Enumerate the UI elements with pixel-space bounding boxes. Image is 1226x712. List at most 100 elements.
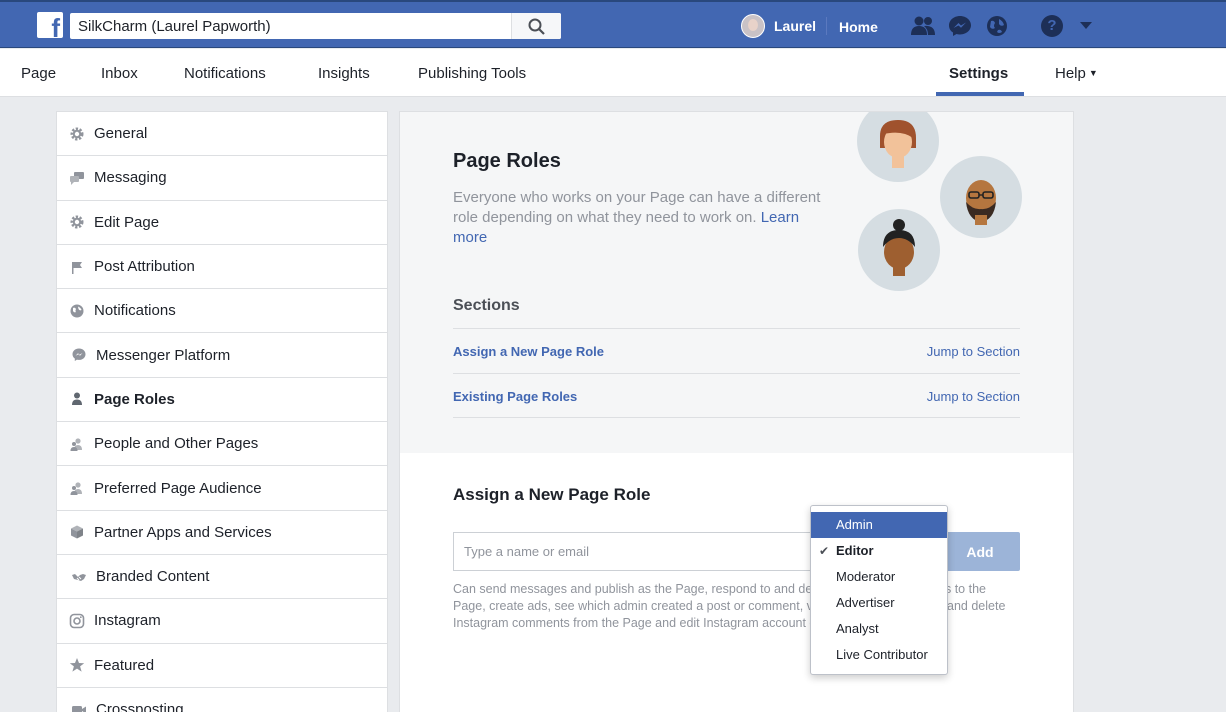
sidebar-item-label: Partner Apps and Services xyxy=(94,523,272,541)
tab-help-label: Help xyxy=(1055,65,1086,82)
sidebar-item-preferred-page-audience[interactable]: Preferred Page Audience xyxy=(57,466,387,511)
sidebar-item-label: General xyxy=(94,125,148,143)
sidebar-item-label: Crossposting xyxy=(96,701,184,712)
sidebar-item-label: Edit Page xyxy=(94,213,160,231)
chat-bubbles-icon xyxy=(70,171,84,185)
divider xyxy=(826,17,827,35)
page-description: Everyone who works on your Page can have… xyxy=(453,188,833,248)
help-icon[interactable]: ? xyxy=(1041,15,1063,37)
role-option-label: Admin xyxy=(836,517,873,532)
role-option-label: Live Contributor xyxy=(836,647,928,662)
role-option-live-contributor[interactable]: Live Contributor xyxy=(811,642,947,668)
tab-publishing-tools[interactable]: Publishing Tools xyxy=(418,65,526,82)
section-row-assign: Assign a New Page Role Jump to Section xyxy=(453,328,1020,373)
page-title: Page Roles xyxy=(453,150,561,172)
tab-settings[interactable]: Settings xyxy=(949,65,1008,82)
role-option-editor[interactable]: ✔ Editor xyxy=(811,538,947,564)
sections-heading: Sections xyxy=(453,297,520,314)
search-box xyxy=(70,13,561,39)
section-link-existing[interactable]: Existing Page Roles xyxy=(453,389,577,404)
sidebar-item-label: Page Roles xyxy=(94,390,175,408)
messenger-icon[interactable] xyxy=(948,15,972,37)
page-roles-header: Page Roles Everyone who works on your Pa… xyxy=(400,112,1073,453)
search-input[interactable] xyxy=(70,13,510,39)
role-option-label: Moderator xyxy=(836,569,896,584)
top-navigation-bar: f Laurel Home ? xyxy=(0,0,1226,48)
avatar xyxy=(741,14,765,38)
role-option-admin[interactable]: Admin xyxy=(811,512,947,538)
tab-inbox[interactable]: Inbox xyxy=(101,65,138,82)
sidebar-item-people-and-other-pages[interactable]: People and Other Pages xyxy=(57,422,387,467)
sidebar-item-instagram[interactable]: Instagram xyxy=(57,599,387,644)
sidebar-item-messaging[interactable]: Messaging xyxy=(57,156,387,201)
page-roles-panel: Page Roles Everyone who works on your Pa… xyxy=(399,111,1074,712)
globe-icon xyxy=(70,304,84,318)
facebook-logo-icon[interactable]: f xyxy=(37,12,63,41)
add-button[interactable]: Add xyxy=(940,532,1020,571)
sidebar-item-label: Messaging xyxy=(94,169,167,187)
gear-icon xyxy=(70,215,84,229)
globe-icon[interactable] xyxy=(985,15,1009,37)
sidebar-item-crossposting[interactable]: Crossposting xyxy=(57,688,387,712)
profile-name: Laurel xyxy=(774,18,817,34)
instagram-icon xyxy=(69,613,85,629)
role-option-moderator[interactable]: Moderator xyxy=(811,564,947,590)
sidebar-item-messenger-platform[interactable]: Messenger Platform xyxy=(57,333,387,378)
jump-to-section-link[interactable]: Jump to Section xyxy=(927,344,1020,359)
sidebar-item-label: Instagram xyxy=(94,612,161,630)
role-option-label: Analyst xyxy=(836,621,879,636)
handshake-icon xyxy=(72,573,86,581)
jump-to-section-link[interactable]: Jump to Section xyxy=(927,389,1020,404)
checkmark-icon: ✔ xyxy=(819,544,830,558)
role-option-advertiser[interactable]: Advertiser xyxy=(811,590,947,616)
gear-icon xyxy=(70,127,84,141)
role-option-label: Advertiser xyxy=(836,595,895,610)
tab-help[interactable]: Help ▼ xyxy=(1055,65,1098,82)
assign-role-heading: Assign a New Page Role xyxy=(453,485,651,504)
sidebar-item-label: Preferred Page Audience xyxy=(94,479,262,497)
page-tabs-bar: Page Inbox Notifications Insights Publis… xyxy=(0,49,1226,97)
profile-link[interactable]: Laurel xyxy=(741,13,816,39)
sidebar-item-label: Post Attribution xyxy=(94,258,195,276)
cube-icon xyxy=(71,525,83,539)
sidebar-item-label: Messenger Platform xyxy=(96,346,231,364)
name-or-email-input[interactable] xyxy=(453,532,813,571)
sidebar-item-notifications[interactable]: Notifications xyxy=(57,289,387,334)
tab-insights[interactable]: Insights xyxy=(318,65,370,82)
sidebar-item-post-attribution[interactable]: Post Attribution xyxy=(57,245,387,290)
person-icon xyxy=(72,392,82,406)
flag-icon xyxy=(72,261,82,274)
sidebar-item-label: Notifications xyxy=(94,302,176,320)
divider xyxy=(453,417,1020,418)
sidebar-item-branded-content[interactable]: Branded Content xyxy=(57,555,387,600)
star-icon xyxy=(69,658,85,672)
sidebar-item-label: People and Other Pages xyxy=(94,435,259,453)
sidebar-item-general[interactable]: General xyxy=(57,112,387,157)
tab-page[interactable]: Page xyxy=(21,65,56,82)
chevron-down-icon: ▼ xyxy=(1088,68,1098,78)
role-option-label: Editor xyxy=(836,543,874,558)
role-option-analyst[interactable]: Analyst xyxy=(811,616,947,642)
home-link[interactable]: Home xyxy=(839,19,878,35)
role-dropdown-menu: Admin ✔ Editor Moderator Advertiser Analy… xyxy=(810,505,948,675)
settings-sidebar: General Messaging Edit Page Post Attribu… xyxy=(56,111,388,712)
sidebar-item-page-roles[interactable]: Page Roles xyxy=(57,378,387,423)
sidebar-item-edit-page[interactable]: Edit Page xyxy=(57,201,387,245)
section-link-assign[interactable]: Assign a New Page Role xyxy=(453,344,604,359)
video-icon xyxy=(72,705,86,712)
sidebar-item-label: Branded Content xyxy=(96,568,210,586)
account-caret-icon[interactable] xyxy=(1080,22,1092,29)
sidebar-item-featured[interactable]: Featured xyxy=(57,644,387,688)
search-icon xyxy=(528,18,545,35)
messenger-icon xyxy=(72,348,86,362)
active-tab-indicator xyxy=(936,92,1024,96)
sidebar-item-partner-apps[interactable]: Partner Apps and Services xyxy=(57,511,387,555)
search-button[interactable] xyxy=(511,13,561,39)
people-illustration xyxy=(857,112,1022,291)
tab-notifications[interactable]: Notifications xyxy=(184,65,266,82)
section-row-existing: Existing Page Roles Jump to Section xyxy=(453,373,1020,418)
people-icon xyxy=(70,438,82,451)
sidebar-item-label: Featured xyxy=(94,656,155,674)
people-icon xyxy=(70,482,82,496)
friends-icon[interactable] xyxy=(911,15,935,37)
